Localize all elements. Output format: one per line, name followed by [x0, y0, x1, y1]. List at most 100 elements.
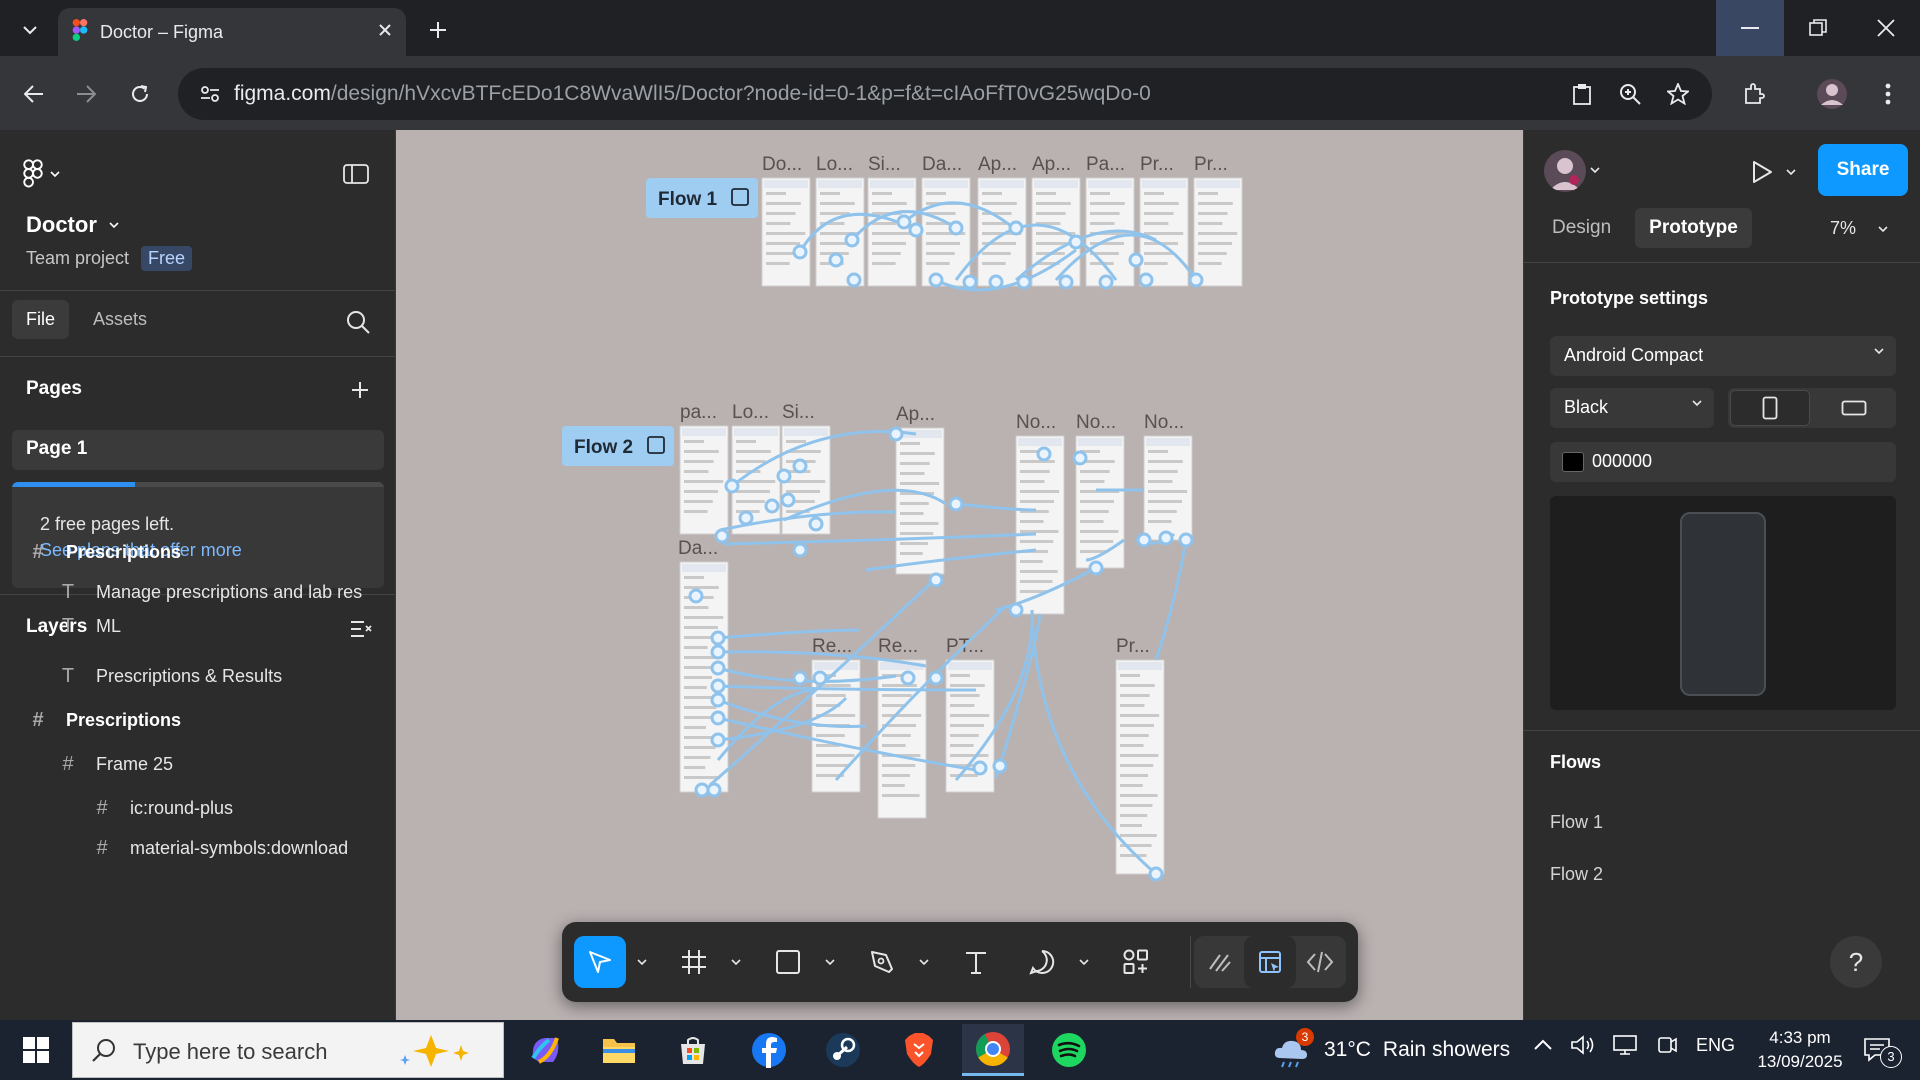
chevron-down-icon[interactable]: [1076, 952, 1092, 972]
zoom-icon[interactable]: [1612, 76, 1648, 112]
facebook-app-icon[interactable]: [738, 1024, 800, 1076]
connector-node[interactable]: [1178, 532, 1194, 548]
connector-node[interactable]: [710, 732, 726, 748]
chevron-up-icon[interactable]: [1534, 1039, 1552, 1051]
more-menu-icon[interactable]: [1868, 74, 1908, 114]
connector-node[interactable]: [896, 214, 912, 230]
connector-node[interactable]: [792, 458, 808, 474]
connector-node[interactable]: [714, 528, 730, 544]
layer-row[interactable]: # ic:round-plus: [0, 786, 395, 830]
weather-widget[interactable]: 3 31°C Rain showers: [1272, 1028, 1510, 1068]
connector-node[interactable]: [1148, 866, 1164, 882]
extensions-icon[interactable]: [1734, 74, 1774, 114]
steam-app-icon[interactable]: [812, 1024, 874, 1076]
window-restore-button[interactable]: [1784, 0, 1852, 56]
rectangle-tool-button[interactable]: [762, 936, 814, 988]
chevron-down-icon[interactable]: [634, 952, 650, 972]
user-avatar[interactable]: [1544, 150, 1586, 192]
device-select[interactable]: Android Compact: [1550, 336, 1896, 376]
device-color-select[interactable]: Black: [1550, 388, 1714, 428]
flow-item[interactable]: Flow 2: [1550, 864, 1603, 885]
connector-node[interactable]: [928, 572, 944, 588]
tab-prototype[interactable]: Prototype: [1635, 208, 1752, 248]
toggle-ui-icon[interactable]: [338, 156, 374, 192]
copilot-app-icon[interactable]: [514, 1024, 576, 1076]
clipboard-icon[interactable]: [1564, 76, 1600, 112]
chevron-down-icon[interactable]: [822, 952, 838, 972]
connector-node[interactable]: [792, 244, 808, 260]
tab-design[interactable]: Design: [1538, 208, 1625, 248]
file-name[interactable]: Doctor: [26, 212, 119, 238]
connector-node[interactable]: [710, 644, 726, 660]
connector-node[interactable]: [1072, 450, 1088, 466]
move-tool-button[interactable]: [574, 936, 626, 988]
connector-node[interactable]: [1138, 272, 1154, 288]
reload-button[interactable]: [120, 74, 160, 114]
flow-start-label[interactable]: Flow 2: [562, 426, 674, 466]
site-info-icon[interactable]: [192, 76, 228, 112]
brave-app-icon[interactable]: [888, 1024, 950, 1076]
window-minimize-button[interactable]: [1716, 0, 1784, 56]
screen-frame[interactable]: [1031, 177, 1081, 287]
share-button[interactable]: Share: [1818, 144, 1908, 196]
layer-row[interactable]: # Prescriptions: [0, 530, 395, 574]
screen-frame[interactable]: [679, 425, 729, 535]
profile-avatar[interactable]: [1812, 74, 1852, 114]
layer-row[interactable]: # material-symbols:download: [0, 826, 395, 870]
color-swatch[interactable]: [1562, 452, 1584, 472]
connector-node[interactable]: [888, 426, 904, 442]
clock[interactable]: 4:33 pm 13/09/2025: [1752, 1026, 1848, 1074]
chrome-app-icon[interactable]: [962, 1024, 1024, 1076]
connector-node[interactable]: [928, 272, 944, 288]
connector-node[interactable]: [688, 588, 704, 604]
plan-badge[interactable]: Free: [141, 246, 193, 271]
tab-file[interactable]: File: [12, 300, 70, 339]
layer-row[interactable]: # Prescriptions: [0, 698, 395, 742]
layer-row[interactable]: # Frame 25: [0, 742, 395, 786]
connector-node[interactable]: [1098, 274, 1114, 290]
meet-now-icon[interactable]: [1656, 1034, 1678, 1056]
connector-node[interactable]: [1188, 272, 1204, 288]
zoom-control[interactable]: 7%: [1830, 218, 1888, 239]
connector-node[interactable]: [1088, 560, 1104, 576]
frame-tool-button[interactable]: [668, 936, 720, 988]
connector-node[interactable]: [844, 232, 860, 248]
taskbar-search-box[interactable]: Type here to search: [72, 1022, 504, 1078]
screen-frame[interactable]: [877, 659, 927, 819]
connector-node[interactable]: [988, 274, 1004, 290]
window-close-button[interactable]: [1852, 0, 1920, 56]
new-tab-button[interactable]: [418, 10, 458, 50]
help-button[interactable]: ?: [1830, 936, 1882, 988]
file-explorer-app-icon[interactable]: [588, 1024, 650, 1076]
screen-frame[interactable]: [815, 177, 865, 287]
tab-search-button[interactable]: [8, 10, 52, 50]
page-item[interactable]: Page 1: [12, 430, 384, 470]
resources-button[interactable]: [1110, 936, 1162, 988]
connector-node[interactable]: [1058, 274, 1074, 290]
close-tab-icon[interactable]: [378, 23, 392, 42]
prototype-connector[interactable]: [723, 532, 1037, 546]
landscape-button[interactable]: [1814, 390, 1894, 426]
connector-node[interactable]: [846, 272, 862, 288]
add-page-button[interactable]: [344, 374, 376, 406]
connector-node[interactable]: [694, 782, 710, 798]
forward-button[interactable]: [66, 74, 106, 114]
prototype-connector[interactable]: [865, 548, 1037, 572]
connector-node[interactable]: [908, 222, 924, 238]
main-menu-button[interactable]: [22, 154, 78, 194]
connector-node[interactable]: [1016, 274, 1032, 290]
tab-assets[interactable]: Assets: [79, 300, 161, 339]
connector-node[interactable]: [962, 274, 978, 290]
chevron-down-icon[interactable]: [728, 952, 744, 972]
text-tool-button[interactable]: [950, 936, 1002, 988]
connector-node[interactable]: [948, 496, 964, 512]
address-bar[interactable]: figma.com/design/hVxcvBTFcEDo1C8WvaWlI5/…: [178, 68, 1712, 120]
screen-frame[interactable]: [1139, 177, 1189, 287]
connector-node[interactable]: [992, 758, 1008, 774]
present-button[interactable]: [1742, 152, 1782, 192]
connector-node[interactable]: [738, 510, 754, 526]
prototype-connector[interactable]: [1154, 539, 1188, 661]
background-color-field[interactable]: 000000: [1550, 442, 1896, 482]
connector-node[interactable]: [1008, 220, 1024, 236]
chevron-down-icon[interactable]: [916, 952, 932, 972]
